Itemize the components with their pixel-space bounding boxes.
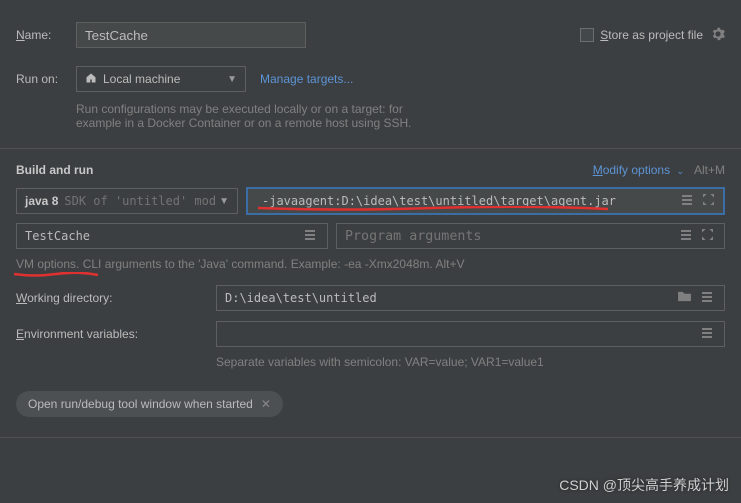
working-directory-field[interactable]: D:\idea\test\untitled bbox=[216, 285, 725, 311]
env-hint: Separate variables with semicolon: VAR=v… bbox=[0, 347, 741, 369]
expand-icon[interactable] bbox=[700, 194, 717, 208]
chevron-down-icon: ⌄ bbox=[676, 166, 684, 176]
folder-icon[interactable] bbox=[675, 291, 694, 305]
store-checkbox[interactable] bbox=[580, 28, 594, 42]
run-on-dropdown[interactable]: Local machine ▼ bbox=[76, 66, 246, 92]
environment-variables-label: Environment variables: bbox=[16, 327, 216, 341]
jdk-dropdown[interactable]: java 8 SDK of 'untitled' mod ▼ bbox=[16, 188, 238, 214]
program-arguments-input[interactable] bbox=[345, 229, 677, 244]
list-edit-icon[interactable] bbox=[677, 229, 695, 244]
run-on-label: Run on: bbox=[16, 72, 76, 86]
working-directory-label: Working directory: bbox=[16, 291, 216, 305]
build-and-run-title: Build and run bbox=[16, 163, 93, 177]
list-edit-icon[interactable] bbox=[678, 194, 696, 209]
manage-targets-link[interactable]: Manage targets... bbox=[260, 72, 353, 86]
open-tool-window-chip[interactable]: Open run/debug tool window when started … bbox=[16, 391, 283, 417]
main-class-field[interactable]: TestCache bbox=[16, 223, 328, 249]
watermark: CSDN @顶尖高手养成计划 bbox=[559, 475, 729, 495]
expand-icon[interactable] bbox=[699, 229, 716, 243]
home-icon bbox=[85, 72, 97, 87]
run-on-hint: Run configurations may be executed local… bbox=[0, 92, 741, 130]
gear-icon[interactable] bbox=[711, 27, 725, 44]
vm-options-hint: VM options. CLI arguments to the 'Java' … bbox=[0, 249, 741, 271]
modify-options-link[interactable]: Modify options ⌄ bbox=[593, 163, 684, 177]
list-edit-icon[interactable] bbox=[301, 229, 319, 244]
environment-variables-field[interactable] bbox=[216, 321, 725, 347]
program-arguments-field[interactable] bbox=[336, 223, 725, 249]
chevron-down-icon: ▼ bbox=[219, 196, 229, 207]
shortcut-hint: Alt+M bbox=[694, 163, 725, 177]
list-edit-icon[interactable] bbox=[698, 291, 716, 306]
name-input[interactable] bbox=[76, 22, 306, 48]
close-icon[interactable]: ✕ bbox=[261, 397, 271, 411]
chevron-down-icon: ▼ bbox=[227, 74, 237, 85]
vm-options-input[interactable] bbox=[254, 190, 678, 212]
list-edit-icon[interactable] bbox=[698, 327, 716, 342]
store-as-project-file[interactable]: Store as project file bbox=[580, 28, 703, 42]
vm-options-field[interactable] bbox=[246, 187, 725, 215]
name-label: Name: bbox=[16, 28, 76, 42]
